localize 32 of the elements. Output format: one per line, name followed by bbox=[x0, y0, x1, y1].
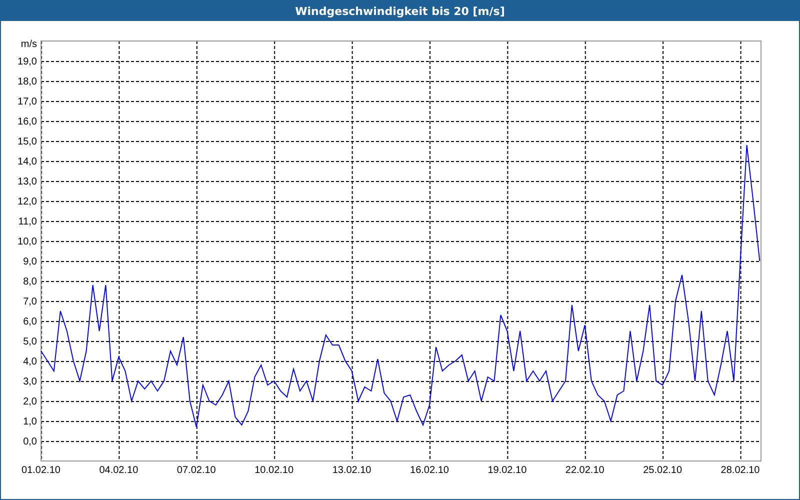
y-tick-label: 3,0 bbox=[23, 376, 37, 388]
y-tick-label: 8,0 bbox=[23, 276, 37, 288]
y-tick-label: 9,0 bbox=[23, 256, 37, 268]
y-tick-label: 12,0 bbox=[18, 196, 37, 208]
y-tick-label: 15,0 bbox=[18, 136, 37, 148]
y-tick-label: 6,0 bbox=[23, 316, 37, 328]
x-tick-label: 22.02.10 bbox=[565, 465, 604, 476]
y-axis-unit: m/s bbox=[20, 39, 37, 50]
x-tick-label: 10.02.10 bbox=[254, 465, 294, 476]
y-tick-label: 7,0 bbox=[23, 296, 37, 308]
x-tick-label: 19.02.10 bbox=[488, 465, 527, 476]
x-tick-label: 07.02.10 bbox=[176, 465, 216, 476]
y-tick-label: 16,0 bbox=[18, 116, 37, 128]
chart-title: Windgeschwindigkeit bis 20 [m/s] bbox=[295, 4, 505, 18]
x-tick-label: 13.02.10 bbox=[332, 465, 372, 476]
x-tick-label: 01.02.10 bbox=[22, 465, 60, 476]
y-tick-label: 17,0 bbox=[18, 96, 37, 108]
y-tick-label: 18,0 bbox=[18, 76, 37, 88]
x-tick-label: 16.02.10 bbox=[410, 465, 449, 476]
y-tick-label: 1,0 bbox=[23, 416, 37, 428]
x-tick-label: 28.02.10 bbox=[720, 465, 760, 476]
x-tick-label: 25.02.10 bbox=[643, 465, 682, 476]
y-tick-label: 5,0 bbox=[23, 336, 37, 348]
x-tick-label: 04.02.10 bbox=[99, 465, 138, 476]
y-tick-label: 2,0 bbox=[23, 396, 37, 408]
y-tick-label: 4,0 bbox=[23, 356, 37, 368]
y-tick-label: 0,0 bbox=[23, 436, 37, 448]
y-tick-label: 13,0 bbox=[18, 176, 37, 188]
y-tick-label: 10,0 bbox=[18, 236, 37, 248]
y-tick-label: 14,0 bbox=[18, 156, 37, 168]
y-tick-label: 19,0 bbox=[18, 56, 37, 68]
y-tick-label: 11,0 bbox=[18, 216, 37, 228]
